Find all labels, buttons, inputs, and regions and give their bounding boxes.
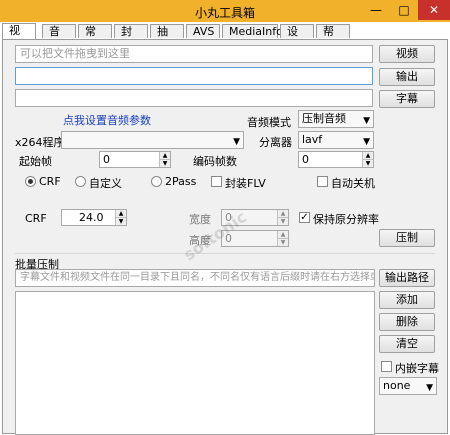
video-file-input[interactable]: 可以把文件拖曳到这里 bbox=[15, 45, 373, 63]
tab-extract[interactable]: 抽取 bbox=[150, 24, 184, 52]
embed-subtitle-checkbox[interactable] bbox=[381, 361, 392, 372]
subtitle-lang-select[interactable]: none ▼ bbox=[379, 377, 437, 395]
output-button[interactable]: 输出 bbox=[379, 68, 435, 86]
encode-frames-label: 编码帧数 bbox=[193, 155, 237, 168]
embed-subtitle-label: 内嵌字幕 bbox=[395, 362, 439, 375]
start-frame-spinner[interactable]: 0 ▲ ▼ bbox=[99, 151, 171, 168]
chevron-down-icon: ▼ bbox=[363, 137, 370, 147]
spin-up-icon[interactable]: ▲ bbox=[115, 210, 126, 217]
clear-button[interactable]: 清空 bbox=[379, 335, 435, 353]
keep-resolution-label: 保持原分辨率 bbox=[313, 213, 379, 226]
subtitle-file-input[interactable] bbox=[15, 89, 373, 107]
crf-value: 24.0 bbox=[79, 211, 104, 224]
keep-resolution-checkbox[interactable]: ✓ bbox=[299, 212, 310, 223]
audio-mode-value: 压制音频 bbox=[302, 112, 346, 125]
subtitle-lang-value: none bbox=[383, 379, 411, 392]
x264-label: x264程序 bbox=[15, 136, 65, 149]
tab-audio[interactable]: 音频 bbox=[42, 24, 76, 52]
splitter-label: 分离器 bbox=[259, 136, 292, 149]
chevron-down-icon: ▼ bbox=[363, 116, 370, 126]
spin-down-icon[interactable]: ▼ bbox=[115, 217, 126, 225]
spin-up-icon[interactable]: ▲ bbox=[159, 152, 170, 159]
mux-flv-label: 封装FLV bbox=[225, 177, 266, 190]
tab-common[interactable]: 常用 bbox=[78, 24, 112, 52]
delete-button[interactable]: 删除 bbox=[379, 313, 435, 331]
auto-shutdown-label: 自动关机 bbox=[331, 177, 375, 190]
spin-up-icon[interactable]: ▲ bbox=[362, 152, 373, 159]
start-frame-value: 0 bbox=[103, 153, 110, 166]
maximize-button[interactable]: □ bbox=[390, 0, 418, 20]
spin-down-icon[interactable]: ▼ bbox=[362, 159, 373, 167]
add-button[interactable]: 添加 bbox=[379, 291, 435, 309]
spin-down-icon[interactable]: ▼ bbox=[159, 159, 170, 167]
batch-suffix-input[interactable]: 字幕文件和视频文件在同一目录下且同名，不同名仅有语言后缀时请在右方选择或输入 bbox=[15, 269, 375, 287]
custom-radio[interactable] bbox=[75, 176, 86, 187]
splitter-select[interactable]: lavf ▼ bbox=[298, 131, 374, 149]
custom-radio-label: 自定义 bbox=[89, 177, 122, 190]
width-label: 宽度 bbox=[189, 213, 211, 226]
tab-avs[interactable]: AVS bbox=[186, 24, 220, 38]
subtitle-button[interactable]: 字幕 bbox=[379, 90, 435, 108]
title-bar: 小丸工具箱 — □ ✕ bbox=[0, 0, 450, 22]
encode-frames-spinner[interactable]: 0 ▲ ▼ bbox=[298, 151, 374, 168]
crf-spinner[interactable]: 24.0 ▲ ▼ bbox=[61, 209, 127, 226]
encode-frames-value: 0 bbox=[302, 153, 309, 166]
audio-params-link[interactable]: 点我设置音频参数 bbox=[63, 112, 151, 128]
tab-mux[interactable]: 封装 bbox=[114, 24, 148, 52]
encode-button[interactable]: 压制 bbox=[379, 229, 435, 247]
start-frame-label: 起始帧 bbox=[19, 155, 52, 168]
tab-settings[interactable]: 设置 bbox=[280, 24, 314, 52]
tab-mediainfo[interactable]: MediaInfo bbox=[222, 24, 283, 38]
audio-mode-label: 音频模式 bbox=[247, 116, 291, 129]
tab-bar: 视频 音频 常用 封装 抽取 AVS MediaInfo 设置 帮助 bbox=[2, 23, 448, 52]
auto-shutdown-checkbox[interactable] bbox=[317, 176, 328, 187]
output-path-button[interactable]: 输出路径 bbox=[379, 269, 435, 287]
tab-video[interactable]: 视频 bbox=[2, 23, 36, 51]
splitter-value: lavf bbox=[302, 133, 323, 146]
2pass-radio-label: 2Pass bbox=[165, 175, 197, 188]
crf-radio-label: CRF bbox=[39, 175, 61, 188]
audio-mode-select[interactable]: 压制音频 ▼ bbox=[298, 110, 374, 128]
x264-select[interactable]: ▼ bbox=[61, 131, 244, 149]
crf-label: CRF bbox=[25, 212, 47, 225]
chevron-down-icon: ▼ bbox=[233, 137, 240, 147]
crf-radio[interactable] bbox=[25, 176, 36, 187]
output-file-input[interactable] bbox=[15, 67, 373, 85]
chevron-down-icon: ▼ bbox=[426, 383, 433, 393]
mux-flv-checkbox[interactable] bbox=[211, 176, 222, 187]
close-button[interactable]: ✕ bbox=[418, 0, 450, 20]
minimize-button[interactable]: — bbox=[362, 0, 390, 20]
video-panel: 可以把文件拖曳到这里 视频 输出 字幕 点我设置音频参数 音频模式 压制音频 ▼… bbox=[2, 39, 448, 435]
batch-file-list[interactable] bbox=[15, 291, 375, 435]
tab-help[interactable]: 帮助 bbox=[316, 24, 350, 52]
video-button[interactable]: 视频 bbox=[379, 45, 435, 63]
2pass-radio[interactable] bbox=[151, 176, 162, 187]
